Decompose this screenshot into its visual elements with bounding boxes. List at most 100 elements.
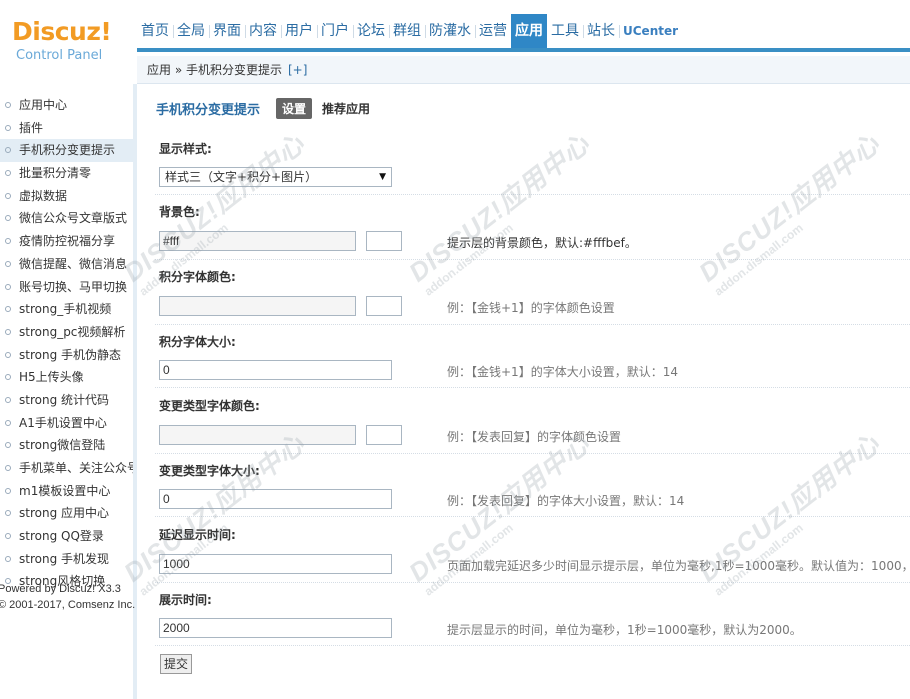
nav-item[interactable]: 论坛: [353, 14, 389, 48]
credit-font-color-label: 积分字体颜色:: [159, 270, 236, 284]
bullet-icon: [5, 396, 11, 403]
sidebar-item[interactable]: strong 手机发现: [0, 548, 133, 571]
page-title: 手机积分变更提示: [156, 103, 261, 118]
page-header: 手机积分变更提示 设置 推荐应用: [156, 98, 370, 119]
type-font-color-label: 变更类型字体颜色:: [159, 399, 260, 413]
credit-font-size-tip: 例：【金钱+1】的字体大小设置，默认：14: [447, 365, 678, 379]
nav-item[interactable]: 防灌水: [425, 14, 475, 48]
sidebar-item[interactable]: 疫情防控祝福分享: [0, 230, 133, 253]
bullet-icon: [5, 510, 11, 517]
credit-font-size-input[interactable]: 0: [159, 360, 392, 380]
bullet-icon: [5, 351, 11, 358]
divider: [155, 582, 910, 583]
nav-item[interactable]: 站长: [583, 14, 619, 48]
sidebar-item-label: strong QQ登录: [19, 529, 104, 544]
sidebar-item[interactable]: A1手机设置中心: [0, 412, 133, 435]
sidebar-item[interactable]: 虚拟数据: [0, 185, 133, 208]
credit-font-color-input[interactable]: [159, 296, 356, 316]
nav-item[interactable]: 界面: [209, 14, 245, 48]
bullet-icon: [5, 442, 11, 449]
sidebar-item[interactable]: m1模板设置中心: [0, 480, 133, 503]
sidebar-item[interactable]: strong 应用中心: [0, 502, 133, 525]
sidebar-item[interactable]: 应用中心: [0, 94, 133, 117]
nav-item[interactable]: 全局: [173, 14, 209, 48]
nav-item[interactable]: 群组: [389, 14, 425, 48]
sidebar-item-label: 虚拟数据: [19, 188, 68, 203]
bullet-icon: [5, 147, 11, 154]
row-type-font-color: 变更类型字体颜色: 例：【发表回复】的字体颜色设置: [155, 397, 910, 454]
sidebar-item[interactable]: strong_手机视频: [0, 298, 133, 321]
bullet-icon: [5, 124, 11, 131]
powered-by: Powered by Discuz! X3.3: [0, 583, 121, 595]
delay-time-input[interactable]: 1000: [159, 554, 392, 574]
nav-item[interactable]: UCenter: [619, 14, 682, 48]
sidebar-item[interactable]: 手机菜单、关注公众号: [0, 457, 133, 480]
sidebar-item[interactable]: 插件: [0, 117, 133, 140]
bullet-icon: [5, 283, 11, 290]
tab-recommended-apps[interactable]: 推荐应用: [322, 100, 370, 117]
sidebar-item-label: 疫情防控祝福分享: [19, 234, 116, 249]
sidebar-item-label: 应用中心: [19, 98, 68, 112]
logo[interactable]: Discuz! Control Panel: [12, 18, 112, 64]
bullet-icon: [5, 419, 11, 426]
row-display-style: 显示样式: 样式三（文字+积分+图片） ▼: [155, 140, 910, 195]
sidebar-item-label: strong 手机伪静态: [19, 347, 122, 362]
type-font-size-input[interactable]: 0: [159, 489, 392, 509]
sidebar-item[interactable]: 账号切换、马甲切换: [0, 276, 133, 299]
nav-item[interactable]: 工具: [547, 14, 583, 48]
sidebar-item-label: 微信公众号文章版式: [19, 211, 128, 226]
credit-font-color-tip: 例：【金钱+1】的字体颜色设置: [447, 301, 615, 315]
row-credit-font-size: 积分字体大小: 0 例：【金钱+1】的字体大小设置，默认：14: [155, 333, 910, 388]
sidebar-item[interactable]: strong QQ登录: [0, 525, 133, 548]
sidebar-item-label: 账号切换、马甲切换: [19, 279, 128, 294]
divider: [155, 194, 910, 195]
nav-item[interactable]: 门户: [317, 14, 353, 48]
sidebar-item-label: 批量积分清零: [19, 166, 92, 181]
add-shortcut-link[interactable]: [+]: [288, 63, 307, 77]
sidebar-item[interactable]: 微信提醒、微信消息: [0, 253, 133, 276]
sidebar-item-label: strong_手机视频: [19, 302, 112, 317]
breadcrumb-text: 应用 » 手机积分变更提示: [147, 63, 282, 77]
display-style-select[interactable]: 样式三（文字+积分+图片） ▼: [159, 167, 392, 187]
logo-subtitle: Control Panel: [16, 48, 103, 63]
nav-item[interactable]: 用户: [281, 14, 317, 48]
display-style-label: 显示样式:: [159, 142, 212, 156]
show-time-input[interactable]: 2000: [159, 618, 392, 638]
submit-button[interactable]: 提交: [160, 654, 192, 674]
sidebar-item[interactable]: 微信公众号文章版式: [0, 207, 133, 230]
sidebar-item-label: strong 手机发现: [19, 551, 110, 566]
sidebar-menu: 应用中心插件 手机积分变更提示批量积分清零 虚拟数据微信公众号文章版式 疫情防控祝福分…: [0, 94, 133, 593]
sidebar-item[interactable]: strong_pc视频解析: [0, 321, 133, 344]
bullet-icon: [5, 102, 11, 108]
chevron-down-icon: ▼: [379, 172, 386, 182]
show-time-tip: 提示层显示的时间，单位为毫秒，1秒=1000毫秒，默认为2000。: [447, 623, 802, 637]
bullet-icon: [5, 328, 11, 335]
sidebar-item-label: 微信提醒、微信消息: [19, 256, 128, 271]
nav-item[interactable]: 运营: [475, 14, 511, 48]
type-font-color-input[interactable]: [159, 425, 356, 445]
sidebar-item-label: strong 统计代码: [19, 392, 110, 407]
credit-font-color-swatch[interactable]: [366, 296, 402, 316]
nav-item[interactable]: 首页: [137, 14, 173, 48]
sidebar-item[interactable]: 手机积分变更提示: [0, 139, 133, 163]
delay-time-label: 延迟显示时间:: [159, 528, 236, 542]
bg-color-tip: 提示层的背景颜色，默认:#fffbef。: [447, 236, 637, 250]
row-type-font-size: 变更类型字体大小: 0 例：【发表回复】的字体大小设置，默认：14: [155, 462, 910, 517]
sidebar-item[interactable]: strong 手机伪静态: [0, 344, 133, 367]
bg-color-input[interactable]: #fff: [159, 231, 356, 251]
divider: [155, 324, 910, 325]
nav-item[interactable]: 应用: [511, 14, 547, 48]
sidebar-item-label: H5上传头像: [19, 370, 84, 385]
tab-settings[interactable]: 设置: [276, 98, 313, 119]
sidebar-item[interactable]: H5上传头像: [0, 366, 133, 389]
divider: [155, 516, 910, 517]
bg-color-swatch[interactable]: [366, 231, 402, 251]
sidebar-item[interactable]: strong微信登陆: [0, 434, 133, 457]
type-font-color-swatch[interactable]: [366, 425, 402, 445]
nav-item[interactable]: 内容: [245, 14, 281, 48]
type-font-size-tip: 例：【发表回复】的字体大小设置，默认：14: [447, 494, 685, 508]
sidebar-item-label: A1手机设置中心: [19, 415, 107, 430]
sidebar-item[interactable]: strong 统计代码: [0, 389, 133, 412]
type-font-color-tip: 例：【发表回复】的字体颜色设置: [447, 430, 622, 444]
sidebar-item[interactable]: 批量积分清零: [0, 162, 133, 185]
